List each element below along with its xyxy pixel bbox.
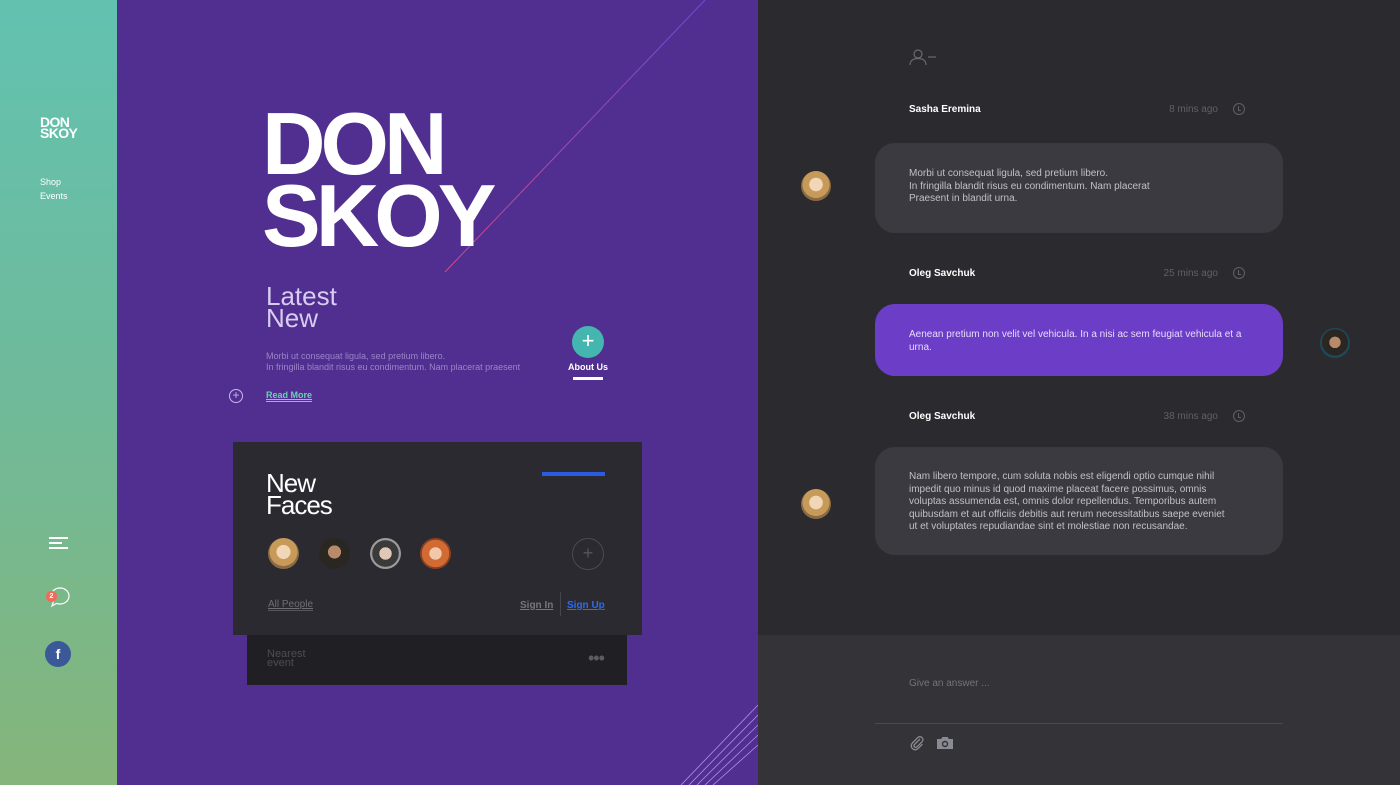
section-heading: Latest New <box>266 283 337 331</box>
message-header: Sasha Eremina 8 mins ago <box>909 103 1245 115</box>
more-options-icon[interactable]: ••• <box>588 648 605 669</box>
message-bubble: Nam libero tempore, cum soluta nobis est… <box>875 447 1283 555</box>
nearest-event-label: Nearest event <box>267 649 306 669</box>
nearest-event-card[interactable]: Nearest event ••• <box>247 635 627 685</box>
message-bubble-own: Aenean pretium non velit vel vehicula. I… <box>875 304 1283 376</box>
message-time: 25 mins ago <box>1163 268 1218 279</box>
hero-description-line-1: Morbi ut consequat ligula, sed pretium l… <box>266 351 446 361</box>
logo-line-2: SKOY <box>40 125 78 141</box>
divider <box>560 592 561 616</box>
about-us-label[interactable]: About Us <box>563 362 613 372</box>
hero-panel: DON SKOY Latest New Morbi ut consequat l… <box>117 0 758 785</box>
decorative-stripes <box>680 704 758 785</box>
message-bubble: Morbi ut consequat ligula, sed pretium l… <box>875 143 1283 233</box>
new-faces-title-line-2: Faces <box>266 490 333 520</box>
message-composer <box>758 635 1400 785</box>
hero-title: DON SKOY <box>262 100 496 265</box>
nav-events-link[interactable]: Events <box>40 189 68 203</box>
clock-icon <box>1233 267 1245 279</box>
add-face-button[interactable]: + <box>572 538 604 570</box>
message-header: Oleg Savchuk 38 mins ago <box>909 410 1245 422</box>
about-us-underline <box>573 377 603 380</box>
face-avatar[interactable] <box>319 538 350 569</box>
message-text-line: Morbi ut consequat ligula, sed pretium l… <box>909 168 1108 179</box>
clock-icon <box>1233 410 1245 422</box>
message-text-line: ut et voluptates repudiandae sint et mol… <box>909 521 1188 532</box>
hero-description-line-2: In fringilla blandit risus eu condimentu… <box>266 362 521 372</box>
message-text-line: impedit quo minus id quod maxime placeat… <box>909 483 1207 495</box>
message-time: 8 mins ago <box>1169 104 1218 115</box>
side-nav: Shop Events <box>40 175 68 203</box>
hero-title-line-2: SKOY <box>262 166 496 265</box>
message-time: 38 mins ago <box>1163 411 1218 422</box>
message-text-line: Aenean pretium non velit vel vehicula. I… <box>909 329 1242 340</box>
chat-panel: Sasha Eremina 8 mins ago Morbi ut conseq… <box>758 0 1400 785</box>
input-underline <box>875 723 1283 724</box>
sender-avatar[interactable] <box>801 489 831 519</box>
own-avatar[interactable] <box>1320 328 1350 358</box>
all-people-link[interactable]: All People <box>268 599 314 611</box>
new-faces-card: New Faces + All People Sign In Sign Up <box>233 442 642 635</box>
nav-shop-link[interactable]: Shop <box>40 175 68 189</box>
paperclip-icon[interactable] <box>909 735 925 751</box>
face-avatar[interactable] <box>420 538 451 569</box>
about-us-plus-button[interactable]: + <box>572 326 604 358</box>
face-avatar[interactable] <box>370 538 401 569</box>
sign-in-link[interactable]: Sign In <box>520 600 553 611</box>
logo[interactable]: DON SKOY <box>40 115 78 141</box>
clock-icon <box>1233 103 1245 115</box>
card-accent-bar <box>542 472 605 476</box>
read-more-link[interactable]: Read More <box>266 390 313 402</box>
sender-name[interactable]: Oleg Savchuk <box>909 411 975 422</box>
nearest-event-line-2: event <box>267 657 294 669</box>
facebook-icon[interactable]: f <box>45 641 71 667</box>
message-text-line: urna. <box>909 341 932 353</box>
message-text-line: Praesent in blandit urna. <box>909 193 1018 204</box>
sender-avatar[interactable] <box>801 171 831 201</box>
sender-name[interactable]: Oleg Savchuk <box>909 268 975 279</box>
answer-input[interactable] <box>909 678 1283 689</box>
expand-plus-icon[interactable]: + <box>229 389 243 403</box>
sidebar: DON SKOY Shop Events 2 f <box>0 0 117 785</box>
new-faces-title: New Faces <box>266 470 333 520</box>
remove-user-icon[interactable] <box>909 49 937 65</box>
message-text-line: Nam libero tempore, cum soluta nobis est… <box>909 471 1215 482</box>
chat-notification-badge: 2 <box>46 591 57 602</box>
message-text-line: In fringilla blandit risus eu condimentu… <box>909 180 1150 192</box>
sign-up-link[interactable]: Sign Up <box>567 600 605 611</box>
menu-icon[interactable] <box>49 537 68 551</box>
message-text-line: quibusdam et aut officiis debitis aut re… <box>909 508 1225 520</box>
message-header: Oleg Savchuk 25 mins ago <box>909 267 1245 279</box>
hero-description: Morbi ut consequat ligula, sed pretium l… <box>266 351 520 373</box>
camera-icon[interactable] <box>936 736 954 750</box>
face-avatar[interactable] <box>268 538 299 569</box>
sender-name[interactable]: Sasha Eremina <box>909 104 981 115</box>
message-text-line: voluptas assumenda est, omnis dolor repe… <box>909 496 1217 507</box>
